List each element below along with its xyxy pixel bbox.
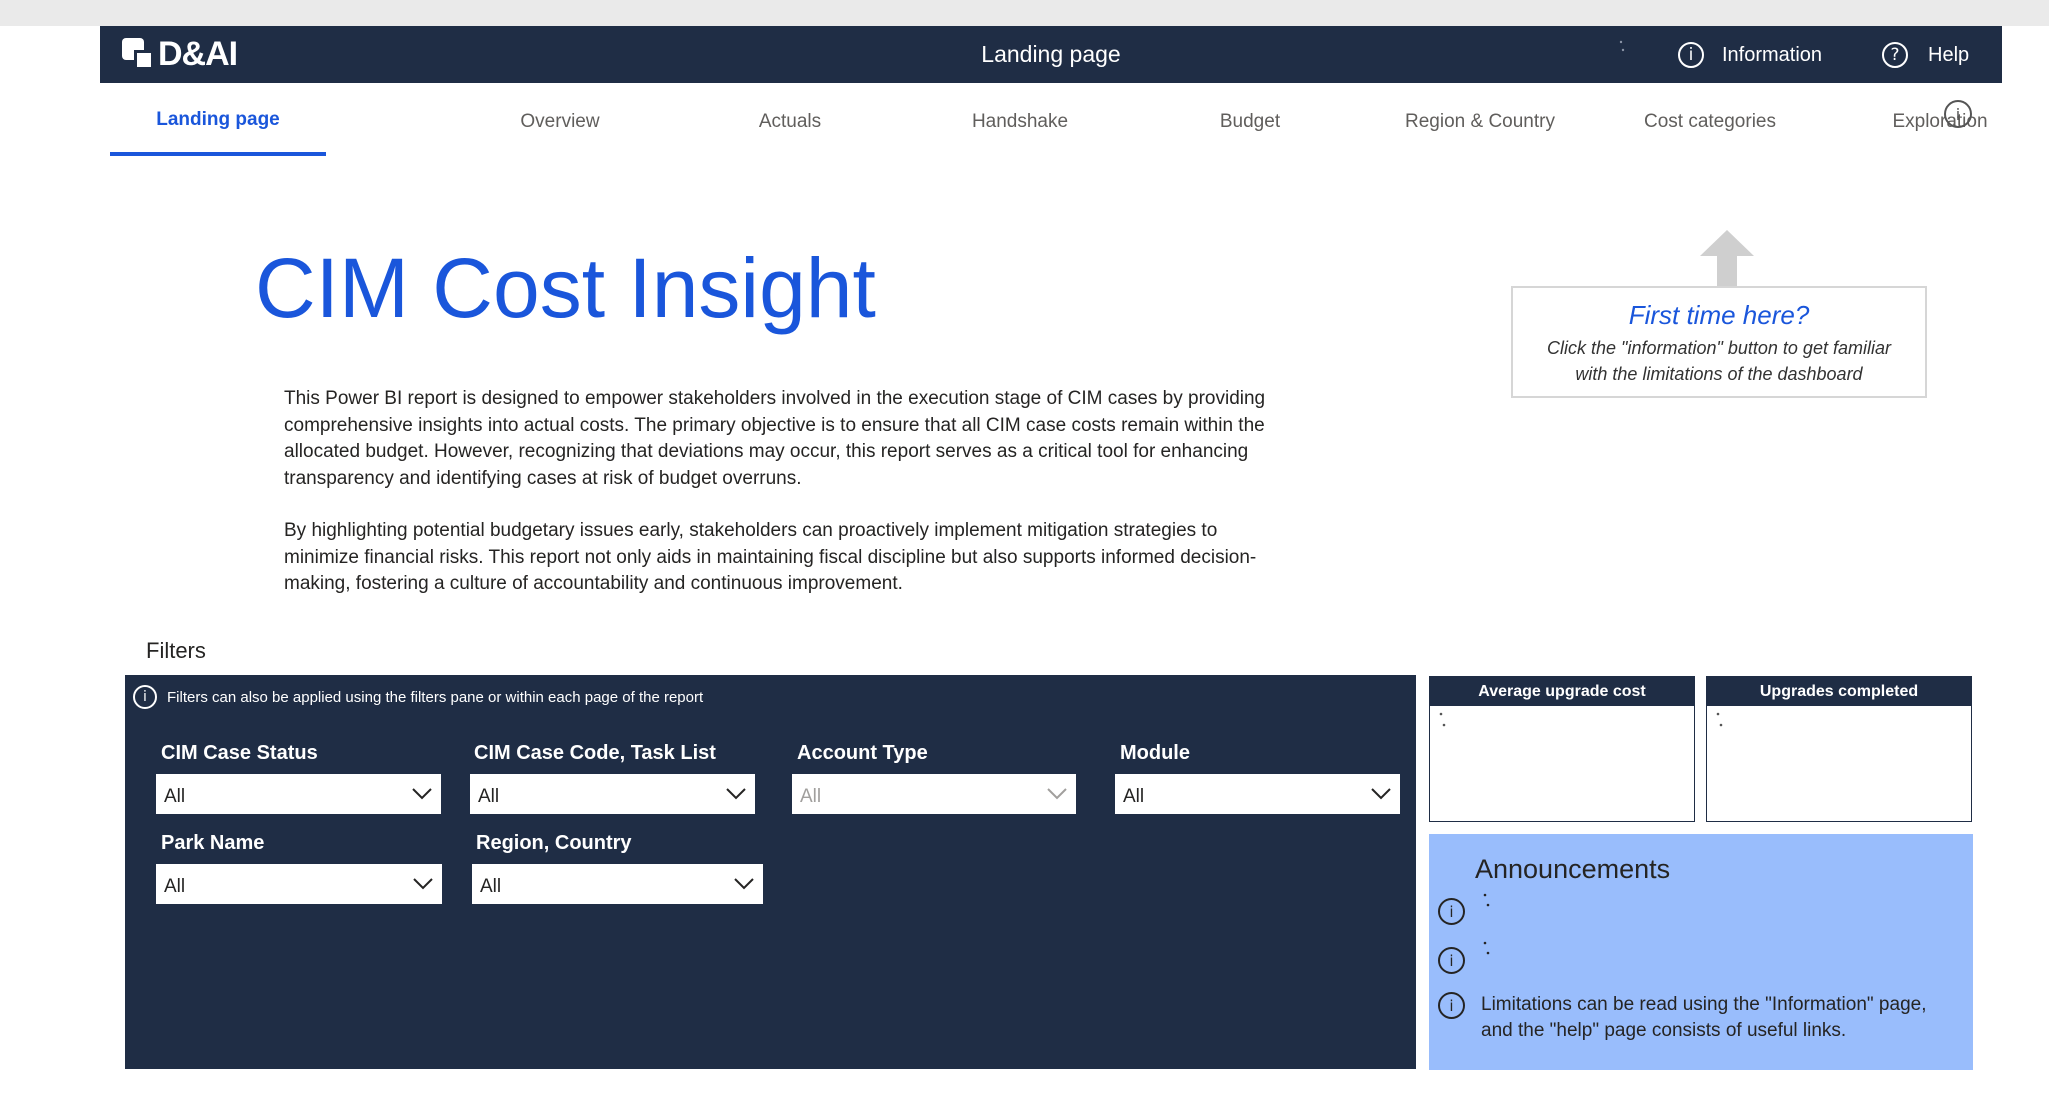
page-tabs: Landing page Overview Actuals Handshake … bbox=[110, 88, 1988, 156]
filters-note: i Filters can also be applied using the … bbox=[133, 685, 703, 709]
dropdown-value: All bbox=[164, 876, 186, 897]
first-time-body: with the limitations of the dashboard bbox=[1575, 364, 1863, 384]
kpi-title: Upgrades completed bbox=[1707, 677, 1971, 706]
dropdown-value: All bbox=[1123, 786, 1145, 807]
help-button[interactable]: ? Help bbox=[1882, 40, 1969, 70]
help-label: Help bbox=[1928, 43, 1970, 66]
filter-label-cim-case-status: CIM Case Status bbox=[161, 742, 318, 764]
report-header: D&AI Landing page i Information ? Help bbox=[100, 26, 2002, 83]
filter-label-module: Module bbox=[1120, 742, 1190, 764]
browser-top-strip bbox=[0, 0, 2049, 26]
info-icon: i bbox=[133, 685, 157, 709]
region-country-dropdown[interactable]: All bbox=[472, 864, 763, 904]
cim-case-status-dropdown[interactable]: All bbox=[156, 774, 441, 814]
kpi-title: Average upgrade cost bbox=[1430, 677, 1694, 706]
loading-spinner-icon bbox=[1483, 893, 1490, 907]
average-upgrade-cost-card: Average upgrade cost bbox=[1429, 676, 1695, 822]
chevron-down-icon bbox=[412, 788, 432, 800]
filter-label-region-country: Region, Country bbox=[476, 832, 632, 854]
help-icon: ? bbox=[1882, 42, 1908, 68]
tab-overview[interactable]: Overview bbox=[450, 88, 670, 156]
tab-handshake[interactable]: Handshake bbox=[910, 88, 1130, 156]
report-title: CIM Cost Insight bbox=[255, 241, 876, 335]
announcements-panel: Announcements i i i Limitations can be r… bbox=[1429, 834, 1973, 1070]
dropdown-value: All bbox=[164, 786, 186, 807]
cim-case-code-dropdown[interactable]: All bbox=[470, 774, 755, 814]
chevron-down-icon bbox=[413, 878, 433, 890]
info-icon: i bbox=[1438, 898, 1465, 925]
info-icon: i bbox=[1438, 992, 1465, 1019]
announcement-line: Limitations can be read using the "Infor… bbox=[1481, 994, 1927, 1015]
loading-spinner-icon bbox=[1439, 712, 1446, 727]
tab-landing-page[interactable]: Landing page bbox=[110, 88, 326, 156]
account-type-dropdown[interactable]: All bbox=[792, 774, 1076, 814]
information-button[interactable]: i Information bbox=[1678, 40, 1822, 70]
filters-heading: Filters bbox=[146, 638, 206, 663]
filter-label-park-name: Park Name bbox=[161, 832, 265, 854]
first-time-title: First time here? bbox=[1628, 300, 1810, 330]
tab-region-country[interactable]: Region & Country bbox=[1370, 88, 1590, 156]
announcements-title: Announcements bbox=[1475, 854, 1671, 884]
first-time-body: Click the "information" button to get fa… bbox=[1547, 338, 1891, 358]
tab-cost-categories[interactable]: Cost categories bbox=[1600, 88, 1820, 156]
info-icon: i bbox=[1438, 947, 1465, 974]
loading-spinner-icon bbox=[1716, 712, 1723, 727]
upgrades-completed-card: Upgrades completed bbox=[1706, 676, 1972, 822]
module-dropdown[interactable]: All bbox=[1115, 774, 1400, 814]
chevron-down-icon bbox=[734, 878, 754, 890]
filters-note-text: Filters can also be applied using the fi… bbox=[167, 688, 704, 706]
announcement-text: Limitations can be read using the "Infor… bbox=[1481, 992, 1961, 1044]
chevron-down-icon bbox=[726, 788, 746, 800]
dropdown-value: All bbox=[800, 786, 822, 807]
announcement-line: and the "help" page consists of useful l… bbox=[1481, 1020, 1847, 1041]
loading-spinner-icon bbox=[1483, 941, 1490, 955]
dropdown-value: All bbox=[478, 786, 500, 807]
dropdown-value: All bbox=[480, 876, 502, 897]
park-name-dropdown[interactable]: All bbox=[156, 864, 442, 904]
description-paragraph: By highlighting potential budgetary issu… bbox=[284, 520, 1257, 594]
tabs-info-icon[interactable]: i bbox=[1944, 100, 1972, 128]
first-time-callout: First time here? Click the "information"… bbox=[1511, 286, 1927, 398]
chevron-down-icon bbox=[1371, 788, 1391, 800]
tab-actuals[interactable]: Actuals bbox=[680, 88, 900, 156]
filters-panel: i Filters can also be applied using the … bbox=[125, 675, 1416, 1069]
filter-label-account-type: Account Type bbox=[797, 742, 928, 764]
filter-label-cim-case-code: CIM Case Code, Task List bbox=[474, 742, 716, 764]
arrow-up-icon bbox=[1700, 230, 1754, 288]
tab-exploration[interactable]: Exploration bbox=[1830, 88, 2049, 156]
tab-budget[interactable]: Budget bbox=[1140, 88, 1360, 156]
chevron-down-icon bbox=[1047, 788, 1067, 800]
report-description: This Power BI report is designed to empo… bbox=[284, 386, 1294, 624]
description-paragraph: This Power BI report is designed to empo… bbox=[284, 388, 1266, 489]
loading-spinner-icon bbox=[1619, 40, 1625, 52]
info-icon: i bbox=[1678, 42, 1704, 68]
information-label: Information bbox=[1722, 43, 1823, 66]
